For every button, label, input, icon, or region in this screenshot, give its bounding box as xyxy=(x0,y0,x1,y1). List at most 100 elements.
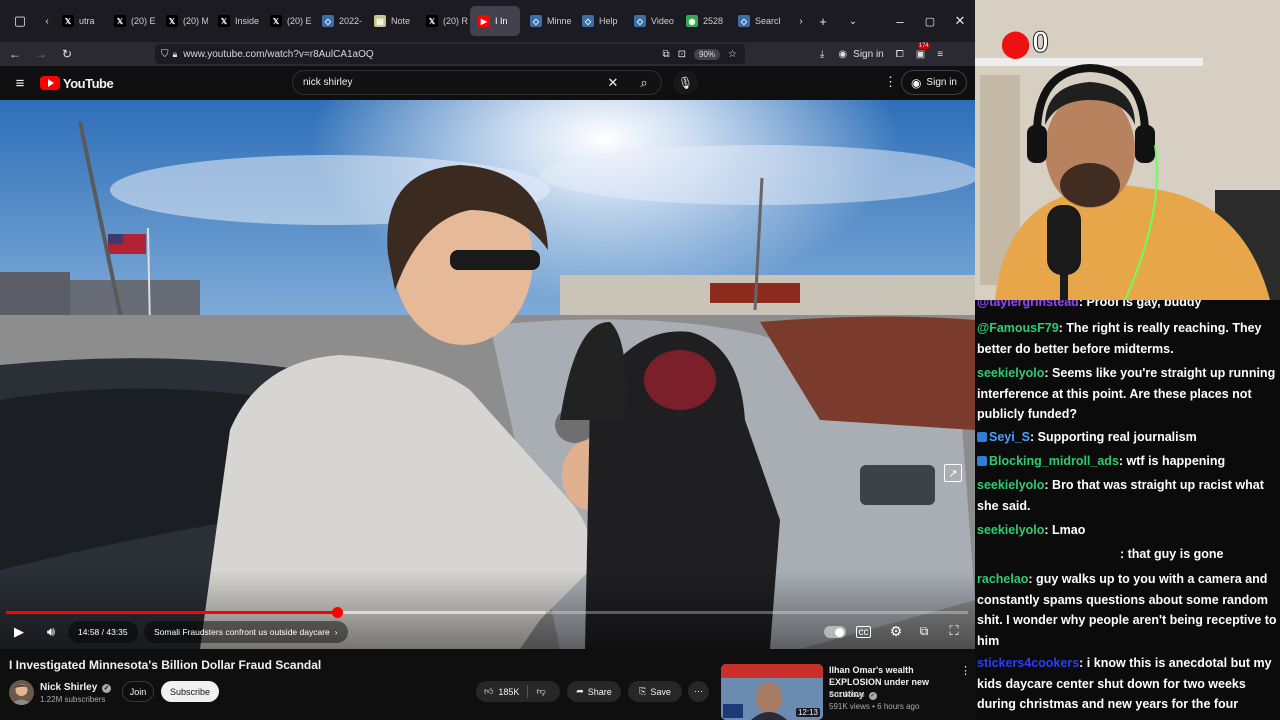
subscribe-button[interactable]: Subscribe xyxy=(161,681,219,702)
chat-message: stickers4cookers: i know this is anecdot… xyxy=(977,653,1277,715)
like-button[interactable]: 👍︎ 185K xyxy=(476,685,529,698)
more-horizontal-icon: ⋯ xyxy=(694,686,703,696)
youtube-signin-button[interactable]: ◉ Sign in xyxy=(900,70,967,95)
browser-tab[interactable]: 𝕏 Inside xyxy=(210,6,260,36)
tab-scroll-right-icon[interactable]: › xyxy=(794,6,808,36)
screenshot-icon[interactable]: ⧉ xyxy=(662,49,669,60)
chat-text: : Supporting real journalism xyxy=(1030,430,1197,444)
chat-username[interactable]: stickers4cookers xyxy=(977,656,1079,670)
channel-name-text[interactable]: Nick Shirley xyxy=(40,682,97,693)
minimize-icon[interactable]: – xyxy=(885,6,915,36)
reader-view-icon[interactable]: ⊡ xyxy=(678,49,686,60)
chapter-button[interactable]: Somali Fraudsters confront us outside da… xyxy=(144,621,348,643)
chat-username[interactable]: seekielyolo xyxy=(977,478,1044,492)
chat-username[interactable]: seekielyolo xyxy=(977,366,1044,380)
browser-tab[interactable]: 𝕏 (20) E xyxy=(262,6,312,36)
browser-tab[interactable]: ◇ Help xyxy=(574,6,624,36)
forward-arrow-icon[interactable]: → xyxy=(28,42,54,66)
zoom-level-badge[interactable]: 90% xyxy=(694,48,721,60)
more-actions-button[interactable]: ⋯ xyxy=(688,681,709,702)
recommended-meta: 591K views • 6 hours ago xyxy=(829,702,920,711)
chat-badge-icon xyxy=(977,432,987,442)
menu-hamburger-icon[interactable]: ≡ xyxy=(937,49,943,60)
lock-icon[interactable]: 🔒︎ xyxy=(173,49,178,60)
browser-tab[interactable]: ◇ Minne xyxy=(522,6,572,36)
browser-tab[interactable]: ◇ Video xyxy=(626,6,676,36)
youtube-logo[interactable]: YouTube xyxy=(40,76,114,91)
chat-username[interactable]: Seyi_S xyxy=(989,430,1030,444)
chat-panel: @taylergrinstead: Proof is gay, buddy @Fa… xyxy=(975,300,1280,720)
video-player[interactable] xyxy=(0,100,975,649)
seek-bar[interactable] xyxy=(6,607,968,618)
address-bar[interactable]: ⛉ 🔒︎ www.youtube.com/watch?v=r8AulCA1aOQ… xyxy=(155,44,745,64)
search-icon[interactable]: ⌕ xyxy=(627,75,661,91)
play-button[interactable]: ▶ xyxy=(8,621,30,643)
browser-tab[interactable]: 𝕏utra xyxy=(54,6,104,36)
autoplay-toggle[interactable] xyxy=(824,626,846,638)
settings-gear-icon[interactable]: ⚙ xyxy=(886,621,906,641)
shield-icon[interactable]: ⛉ xyxy=(161,49,169,60)
tab-scroll-left-icon[interactable]: ‹ xyxy=(40,6,54,36)
channel-avatar[interactable] xyxy=(9,680,34,705)
x-logo-icon: 𝕏 xyxy=(62,15,74,27)
new-tab-icon[interactable]: + xyxy=(808,6,838,36)
browser-tab[interactable]: ▶ I In xyxy=(470,6,520,36)
tab-list-chevron-down-icon[interactable]: ⌄ xyxy=(838,6,868,36)
recommended-more-icon[interactable]: ⋮ xyxy=(960,664,971,677)
extension-badge[interactable]: ▣ 174 xyxy=(916,42,930,60)
channel-name[interactable]: Nick Shirley ✓ xyxy=(40,682,112,693)
close-window-icon[interactable]: ✕ xyxy=(945,6,975,36)
tab-label: (20) M xyxy=(183,16,208,26)
recommended-channel[interactable]: Fox News ✓ xyxy=(829,690,877,700)
browser-tab[interactable]: ◇ Search xyxy=(730,6,780,36)
extensions-icon[interactable]: ⧠ xyxy=(896,49,904,60)
tab-overview-icon[interactable]: ▢ xyxy=(0,6,40,36)
chat-text: : Lmao xyxy=(1044,523,1086,537)
guide-menu-icon[interactable]: ≡ xyxy=(0,75,40,92)
browser-tab[interactable]: ◉ 2528 xyxy=(678,6,728,36)
url-text: www.youtube.com/watch?v=r8AulCA1aOQ xyxy=(183,48,374,60)
chat-badge-icon xyxy=(977,456,987,466)
chat-message: seekielyolo: Lmao xyxy=(977,520,1277,541)
maximize-icon[interactable]: ▢ xyxy=(915,6,945,36)
scrubber-handle[interactable] xyxy=(331,607,343,618)
more-options-icon[interactable]: ⋮ xyxy=(884,74,897,90)
browser-tab[interactable]: ▤ Note xyxy=(366,6,416,36)
video-title: I Investigated Minnesota's Billion Dolla… xyxy=(9,658,322,672)
chat-username[interactable]: seekielyolo xyxy=(977,523,1044,537)
tab-strip: 𝕏utra 𝕏 (20) E 𝕏 (20) M 𝕏 Inside 𝕏 (20) E ◇ 2022- ▤… xyxy=(54,6,794,36)
share-button[interactable]: ➦ Share xyxy=(567,681,621,702)
browser-tab[interactable]: 𝕏 (20) M xyxy=(158,6,208,36)
browser-tab[interactable]: 𝕏 (20) E xyxy=(106,6,156,36)
like-count: 185K xyxy=(498,686,520,697)
bookmark-star-icon[interactable]: ☆ xyxy=(728,49,737,60)
verified-check-icon: ✓ xyxy=(102,684,112,693)
search-input[interactable]: nick shirley xyxy=(293,77,599,88)
chat-username[interactable]: @FamousF79 xyxy=(977,321,1059,335)
chat-username[interactable]: Blocking_midroll_ads xyxy=(989,454,1119,468)
volume-icon[interactable]: 🔊︎ xyxy=(40,621,62,643)
downloads-icon[interactable]: ⤓ xyxy=(820,49,824,60)
browser-signin-label[interactable]: Sign in xyxy=(853,49,884,60)
dislike-button[interactable]: 👎︎ xyxy=(528,686,553,697)
voice-search-icon[interactable]: 🎙︎ xyxy=(673,70,698,95)
search-box[interactable]: nick shirley ✕ ⌕ xyxy=(292,70,662,95)
account-icon[interactable]: ◉ xyxy=(838,49,847,60)
miniplayer-icon[interactable]: ⧉ xyxy=(914,621,934,641)
clear-search-icon[interactable]: ✕ xyxy=(599,75,627,91)
like-dislike-group: 👍︎ 185K 👎︎ xyxy=(476,681,560,702)
browser-tab[interactable]: 𝕏 (20) R xyxy=(418,6,468,36)
fullscreen-icon[interactable]: ⛶ xyxy=(944,621,964,641)
captions-icon[interactable]: cc xyxy=(856,626,871,638)
save-button[interactable]: ⎘ Save xyxy=(628,681,682,702)
back-arrow-icon[interactable]: ← xyxy=(2,42,28,66)
chat-message: rachelao: guy walks up to you with a cam… xyxy=(977,569,1277,651)
x-logo-icon: 𝕏 xyxy=(166,15,178,27)
chat-username[interactable]: rachelao xyxy=(977,572,1028,586)
cast-icon[interactable]: ↗ xyxy=(944,464,962,482)
join-button[interactable]: Join xyxy=(122,681,154,702)
chat-username[interactable]: @taylergrinstead xyxy=(977,300,1079,309)
reload-icon[interactable]: ↻ xyxy=(54,42,80,66)
recommended-video-thumbnail[interactable]: 12:13 xyxy=(721,664,823,720)
browser-tab[interactable]: ◇ 2022- xyxy=(314,6,364,36)
